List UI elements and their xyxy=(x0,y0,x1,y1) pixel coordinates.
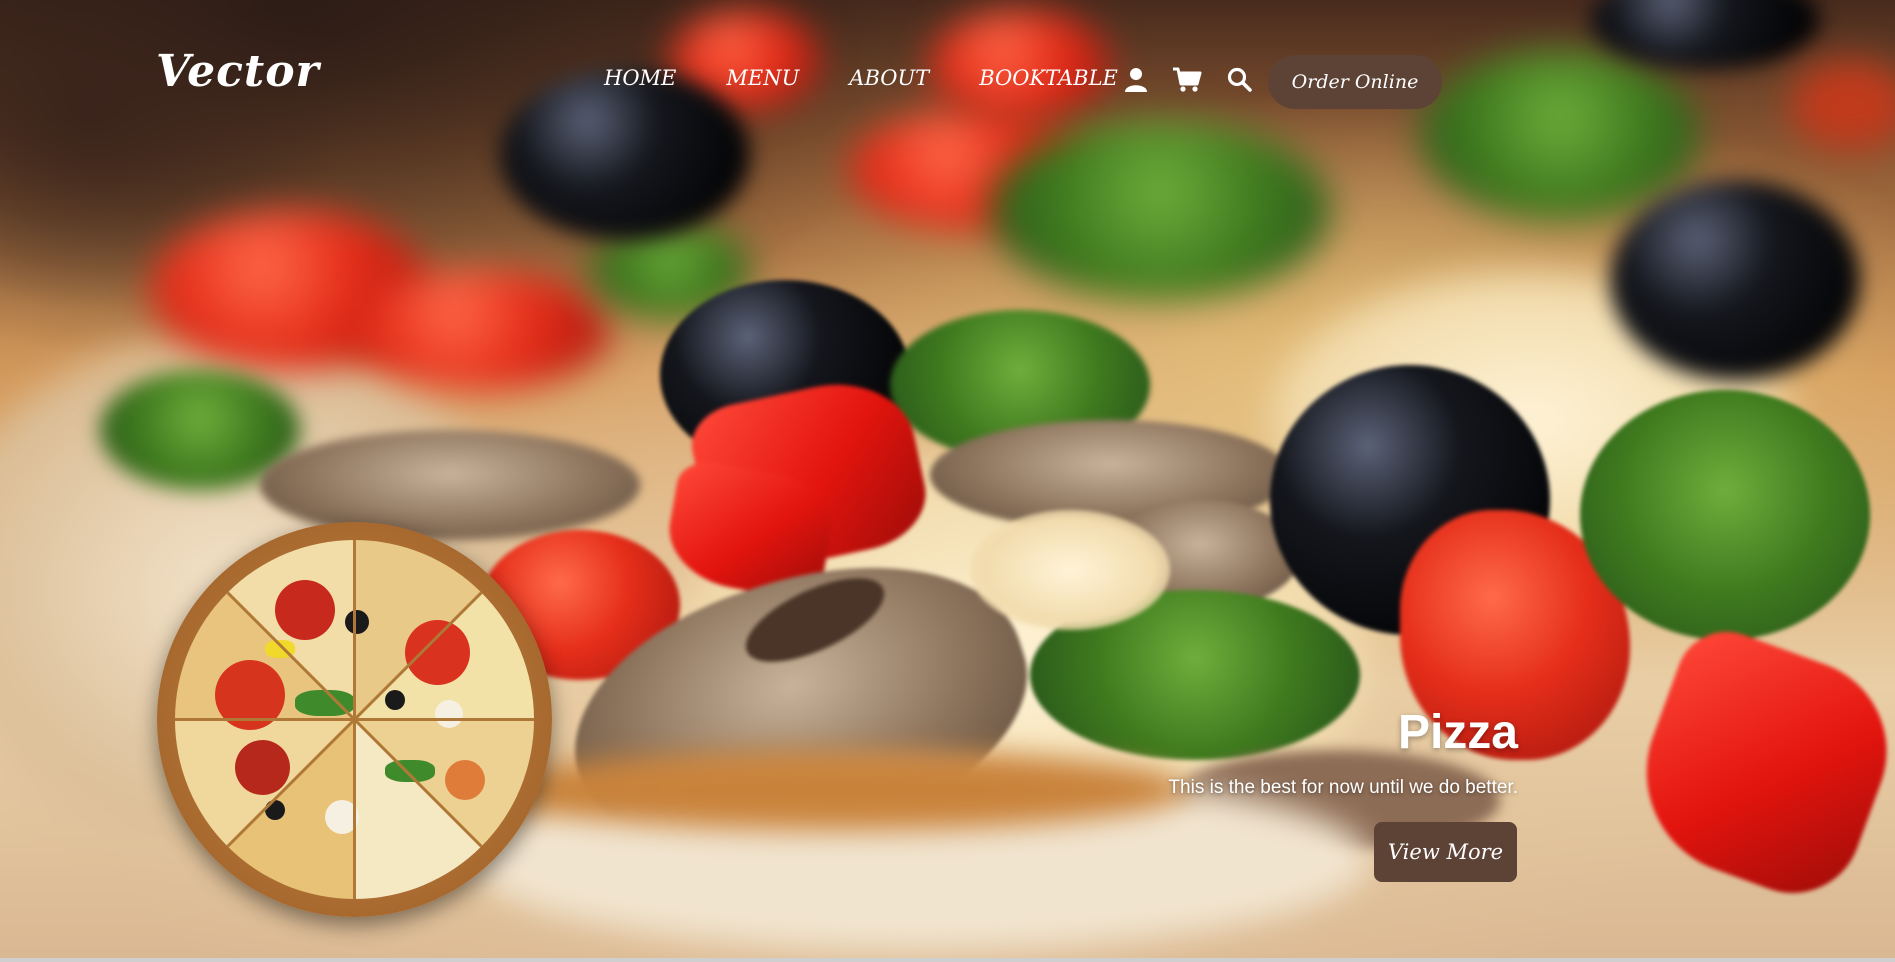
view-more-button[interactable]: View More xyxy=(1374,822,1517,882)
main-menu: HOME MENU ABOUT BOOKTABLE xyxy=(604,66,1118,90)
user-icon[interactable] xyxy=(1122,66,1150,94)
top-navigation: Vector HOME MENU ABOUT BOOKTABLE Order O… xyxy=(0,0,1895,165)
hero-title: Pizza xyxy=(1397,706,1518,759)
cart-icon[interactable] xyxy=(1172,66,1202,94)
nav-link-home[interactable]: HOME xyxy=(604,66,676,90)
order-online-button[interactable]: Order Online xyxy=(1268,55,1442,109)
brand-logo[interactable]: Vector xyxy=(156,46,320,97)
search-icon[interactable] xyxy=(1226,66,1254,94)
bottom-divider xyxy=(0,958,1895,962)
nav-link-booktable[interactable]: BOOKTABLE xyxy=(979,66,1118,90)
nav-link-menu[interactable]: MENU xyxy=(726,66,799,90)
hero-subtitle: This is the best for now until we do bet… xyxy=(1168,777,1518,798)
nav-link-about[interactable]: ABOUT xyxy=(849,66,929,90)
pizza-plate-image xyxy=(157,522,552,917)
